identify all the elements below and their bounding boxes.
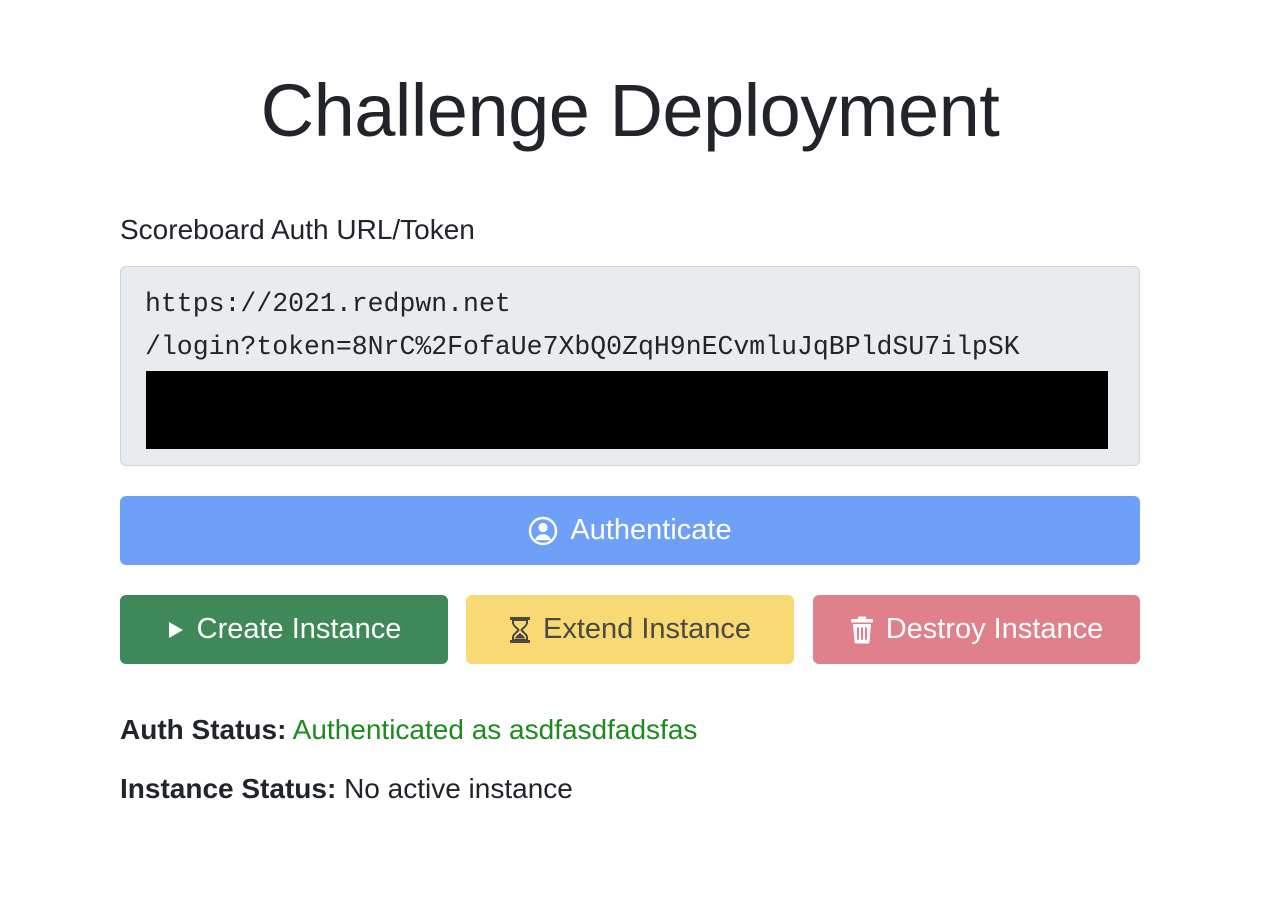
authenticate-label: Authenticate bbox=[570, 514, 732, 546]
instance-status: Instance Status: No active instance bbox=[120, 771, 573, 807]
play-icon bbox=[167, 620, 185, 640]
trash-icon bbox=[850, 616, 874, 644]
auth-status-value: Authenticated as asdfasdfadsfas bbox=[292, 714, 698, 745]
auth-token-label: Scoreboard Auth URL/Token bbox=[120, 214, 475, 245]
extend-instance-label: Extend Instance bbox=[543, 613, 751, 645]
page-title: Challenge Deployment bbox=[260, 69, 1000, 152]
create-instance-label: Create Instance bbox=[196, 613, 402, 645]
destroy-instance-label: Destroy Instance bbox=[885, 613, 1104, 645]
hourglass-icon bbox=[509, 616, 531, 644]
instance-status-label: Instance Status: bbox=[120, 773, 337, 804]
auth-token-textarea[interactable]: https://2021.redpwn.net /login?token=8Nr… bbox=[120, 266, 1140, 466]
page: Challenge Deployment Scoreboard Auth URL… bbox=[0, 0, 1276, 906]
create-instance-button[interactable]: Create Instance bbox=[120, 595, 448, 664]
authenticate-button[interactable]: Authenticate bbox=[120, 496, 1140, 565]
auth-token-line-1: https://2021.redpwn.net bbox=[145, 289, 511, 319]
extend-instance-button[interactable]: Extend Instance bbox=[466, 595, 794, 664]
user-circle-icon bbox=[528, 516, 558, 546]
auth-status: Auth Status: Authenticated as asdfasdfad… bbox=[120, 712, 697, 748]
instance-status-value: No active instance bbox=[344, 773, 573, 804]
destroy-instance-button[interactable]: Destroy Instance bbox=[813, 595, 1140, 664]
auth-status-label: Auth Status: bbox=[120, 714, 287, 745]
redaction-block bbox=[146, 371, 1108, 449]
auth-token-line-2: /login?token=8NrC%2FofaUe7XbQ0ZqH9nECvml… bbox=[145, 332, 1020, 362]
